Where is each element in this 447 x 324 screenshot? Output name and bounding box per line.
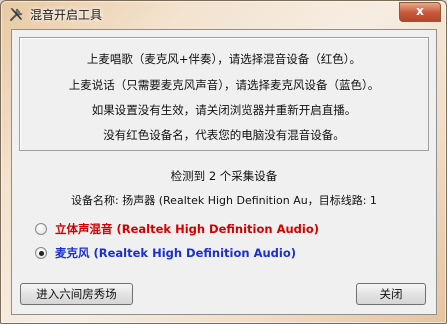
enter-room-button[interactable]: 进入六间房秀场 <box>20 283 133 305</box>
title-close-button[interactable]: x <box>399 2 441 22</box>
tools-icon <box>10 8 23 21</box>
main-panel: 上麦唱歌（麦克风+伴奏），请选择混音设备（红色）。 上麦说话（只需要麦克风声音）… <box>11 29 437 315</box>
radio-button-checked[interactable] <box>35 247 47 259</box>
close-button[interactable]: 关闭 <box>356 283 426 305</box>
instruction-line: 没有红色设备名，代表您的电脑没有混音设备。 <box>103 128 345 142</box>
instructions-box: 上麦唱歌（麦克风+伴奏），请选择混音设备（红色）。 上麦说话（只需要麦克风声音）… <box>19 37 429 151</box>
device-info: 设备名称: 扬声器 (Realtek High Definition Au，目标… <box>71 194 377 207</box>
detection-summary: 检测到 2 个采集设备 <box>170 169 278 183</box>
radio-button[interactable] <box>35 223 47 235</box>
instruction-line: 上麦说话（只需要麦克风声音），请选择麦克风设备（蓝色）。 <box>68 78 380 92</box>
device-label[interactable]: 立体声混音 (Realtek High Definition Audio) <box>55 221 319 237</box>
device-option-stereo-mix[interactable]: 立体声混音 (Realtek High Definition Audio) <box>35 221 319 237</box>
window-title: 混音开启工具 <box>30 8 103 22</box>
title-bar[interactable]: 混音开启工具 x <box>1 1 446 27</box>
device-option-microphone[interactable]: 麦克风 (Realtek High Definition Audio) <box>35 245 296 261</box>
mixer-tool-window: 混音开启工具 x 上麦唱歌（麦克风+伴奏），请选择混音设备（红色）。 上麦说话（… <box>0 0 447 324</box>
instruction-line: 上麦唱歌（麦克风+伴奏），请选择混音设备（红色）。 <box>86 52 362 66</box>
device-label[interactable]: 麦克风 (Realtek High Definition Audio) <box>55 245 296 261</box>
instruction-line: 如果设置没有生效，请关闭浏览器并重新开启直播。 <box>91 103 357 117</box>
